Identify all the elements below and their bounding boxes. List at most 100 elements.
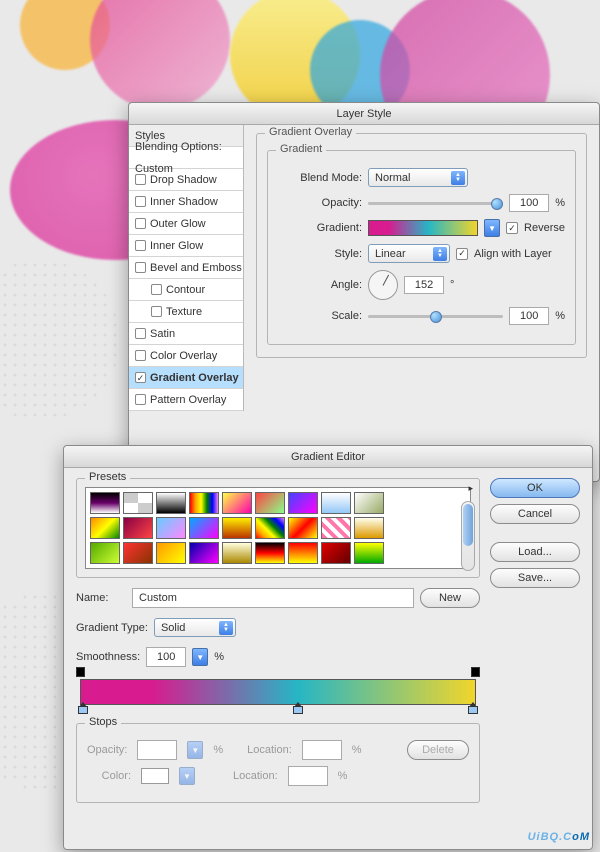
- gradient-bar[interactable]: [80, 679, 476, 705]
- blend-mode-select[interactable]: Normal ▲▼: [368, 168, 468, 187]
- style-label: Style:: [278, 248, 362, 260]
- preset-swatch[interactable]: [123, 517, 153, 539]
- dropdown-icon[interactable]: ▼: [187, 741, 203, 759]
- preset-swatch[interactable]: [156, 542, 186, 564]
- preset-swatch[interactable]: [156, 492, 186, 514]
- load-button[interactable]: Load...: [490, 542, 580, 562]
- save-button[interactable]: Save...: [490, 568, 580, 588]
- dialog-title[interactable]: Gradient Editor: [64, 446, 592, 468]
- checkbox[interactable]: [135, 372, 146, 383]
- preset-swatch[interactable]: [255, 517, 285, 539]
- stop-location-input[interactable]: [302, 740, 342, 760]
- preset-swatch[interactable]: [189, 492, 219, 514]
- color-stop[interactable]: [468, 706, 478, 718]
- scale-slider[interactable]: [368, 309, 503, 323]
- presets-scrollbar[interactable]: [461, 501, 475, 571]
- preset-swatch[interactable]: [222, 492, 252, 514]
- style-item[interactable]: Satin: [129, 323, 243, 345]
- preset-swatch[interactable]: [123, 542, 153, 564]
- style-item-label: Drop Shadow: [150, 169, 217, 191]
- style-item[interactable]: Contour: [129, 279, 243, 301]
- style-item-label: Contour: [166, 279, 205, 301]
- opacity-slider[interactable]: [368, 196, 503, 210]
- preset-swatch[interactable]: [321, 542, 351, 564]
- style-item[interactable]: Texture: [129, 301, 243, 323]
- style-item[interactable]: Outer Glow: [129, 213, 243, 235]
- opacity-stop[interactable]: [471, 667, 480, 677]
- preset-swatch[interactable]: [354, 517, 384, 539]
- delete-button[interactable]: Delete: [407, 740, 469, 760]
- preset-swatch[interactable]: [222, 542, 252, 564]
- gradient-swatch[interactable]: [368, 220, 478, 236]
- checkbox[interactable]: [151, 306, 162, 317]
- stop-location-input[interactable]: [288, 766, 328, 786]
- layer-style-dialog: Layer Style Styles Blending Options: Cus…: [128, 102, 600, 482]
- blending-options-row[interactable]: Blending Options: Custom: [129, 147, 243, 169]
- new-button[interactable]: New: [420, 588, 480, 608]
- checkbox[interactable]: [135, 350, 146, 361]
- angle-dial[interactable]: [368, 270, 398, 300]
- reverse-checkbox[interactable]: [506, 222, 518, 234]
- gradient-type-select[interactable]: Solid ▲▼: [154, 618, 236, 637]
- scrollbar-thumb[interactable]: [463, 504, 473, 546]
- style-item[interactable]: Color Overlay: [129, 345, 243, 367]
- style-item-label: Bevel and Emboss: [150, 257, 242, 279]
- smoothness-input[interactable]: 100: [146, 647, 186, 667]
- checkbox[interactable]: [135, 218, 146, 229]
- opacity-stop[interactable]: [76, 667, 85, 677]
- preset-swatch[interactable]: [189, 542, 219, 564]
- checkbox[interactable]: [135, 394, 146, 405]
- style-item[interactable]: Gradient Overlay: [129, 367, 243, 389]
- angle-input[interactable]: 152: [404, 276, 444, 294]
- checkbox[interactable]: [135, 240, 146, 251]
- dropdown-icon[interactable]: ▼: [179, 767, 195, 785]
- gradient-dropdown-icon[interactable]: ▼: [484, 219, 500, 237]
- checkbox[interactable]: [135, 328, 146, 339]
- dialog-title[interactable]: Layer Style: [129, 103, 599, 125]
- style-item[interactable]: Pattern Overlay: [129, 389, 243, 411]
- preset-swatch[interactable]: [90, 492, 120, 514]
- smoothness-dropdown-icon[interactable]: ▼: [192, 648, 208, 666]
- smoothness-unit: %: [214, 651, 224, 663]
- checkbox[interactable]: [151, 284, 162, 295]
- align-checkbox[interactable]: [456, 248, 468, 260]
- checkbox[interactable]: [135, 174, 146, 185]
- style-select[interactable]: Linear ▲▼: [368, 244, 450, 263]
- opacity-label: Opacity:: [278, 197, 362, 209]
- checkbox[interactable]: [135, 262, 146, 273]
- preset-swatch[interactable]: [354, 492, 384, 514]
- style-item[interactable]: Bevel and Emboss: [129, 257, 243, 279]
- scale-input[interactable]: 100: [509, 307, 549, 325]
- preset-swatch[interactable]: [156, 517, 186, 539]
- stop-color-swatch[interactable]: [141, 768, 169, 784]
- style-item[interactable]: Inner Shadow: [129, 191, 243, 213]
- ok-button[interactable]: OK: [490, 478, 580, 498]
- checkbox[interactable]: [135, 196, 146, 207]
- preset-swatch[interactable]: [90, 542, 120, 564]
- name-input[interactable]: Custom: [132, 588, 414, 608]
- stops-label: Stops: [85, 716, 121, 728]
- blob: [90, 0, 230, 110]
- preset-swatch[interactable]: [321, 492, 351, 514]
- preset-swatch[interactable]: [321, 517, 351, 539]
- preset-swatch[interactable]: [288, 517, 318, 539]
- angle-label: Angle:: [278, 279, 362, 291]
- stop-opacity-label: Opacity:: [87, 744, 127, 756]
- preset-swatch[interactable]: [255, 542, 285, 564]
- presets-grid: [85, 487, 471, 569]
- presets-menu-icon[interactable]: ▸: [468, 483, 473, 494]
- stop-opacity-input[interactable]: [137, 740, 177, 760]
- preset-swatch[interactable]: [90, 517, 120, 539]
- preset-swatch[interactable]: [288, 542, 318, 564]
- preset-swatch[interactable]: [288, 492, 318, 514]
- opacity-input[interactable]: 100: [509, 194, 549, 212]
- preset-swatch[interactable]: [189, 517, 219, 539]
- preset-swatch[interactable]: [222, 517, 252, 539]
- color-stop[interactable]: [293, 706, 303, 718]
- unit: %: [213, 744, 223, 756]
- preset-swatch[interactable]: [354, 542, 384, 564]
- cancel-button[interactable]: Cancel: [490, 504, 580, 524]
- preset-swatch[interactable]: [123, 492, 153, 514]
- preset-swatch[interactable]: [255, 492, 285, 514]
- style-item[interactable]: Inner Glow: [129, 235, 243, 257]
